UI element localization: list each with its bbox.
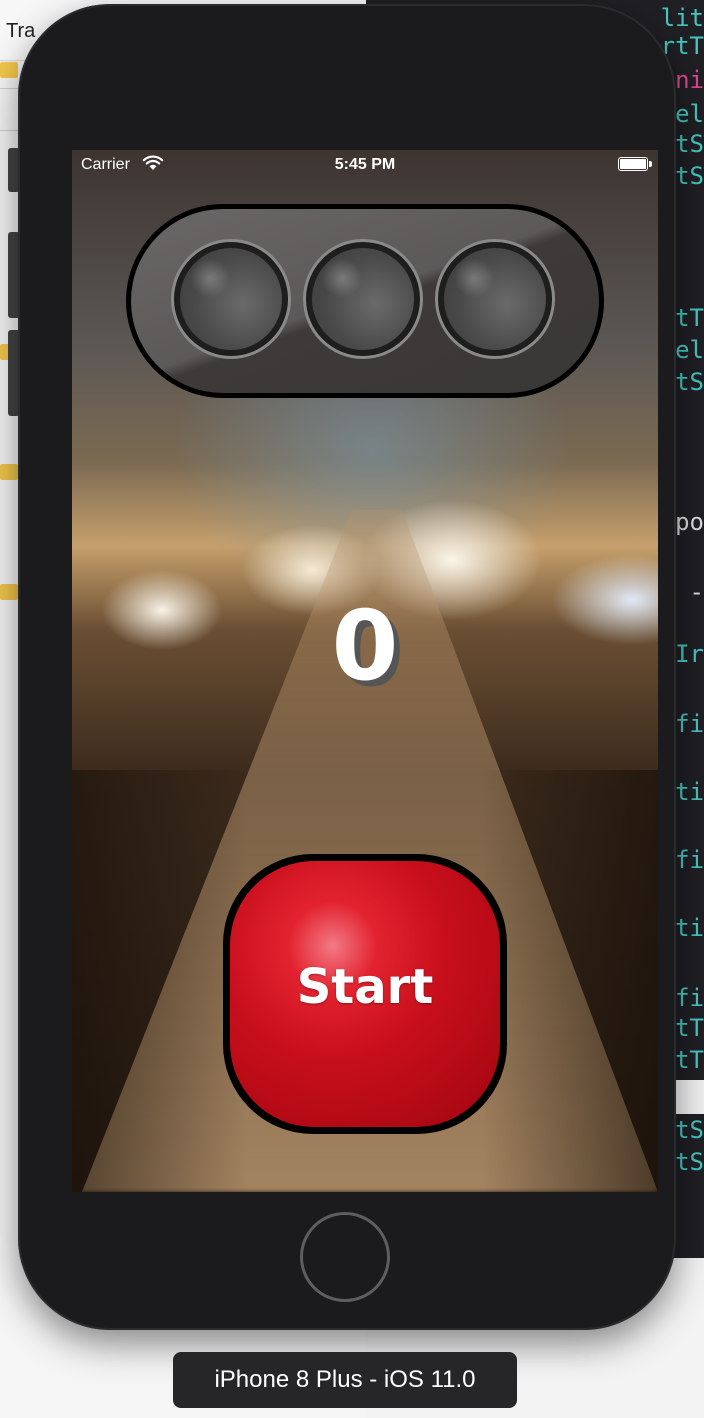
start-button-label[interactable]: Start	[223, 959, 507, 1015]
battery-nub	[649, 161, 652, 167]
code-fragment: lit	[660, 4, 704, 32]
status-bar: Carrier 5:45 PM	[72, 150, 658, 180]
home-button[interactable]	[300, 1212, 390, 1302]
navigator-label: Tra	[6, 20, 36, 42]
traffic-light	[126, 204, 604, 398]
lamp-gloss	[322, 258, 362, 298]
battery-fill	[620, 159, 646, 169]
traffic-lamp-3	[435, 239, 555, 359]
app-screen: Carrier 5:45 PM 0 Start	[72, 150, 658, 1192]
traffic-lamp-1	[171, 239, 291, 359]
iphone-device: Carrier 5:45 PM 0 Start	[18, 4, 676, 1330]
folder-icon[interactable]	[0, 464, 18, 480]
code-fragment: -	[689, 578, 704, 606]
reaction-counter: 0	[331, 590, 399, 702]
start-button[interactable]: Start	[223, 854, 507, 1134]
folder-icon[interactable]	[0, 584, 18, 600]
battery-icon	[618, 157, 652, 171]
lamp-gloss	[190, 258, 230, 298]
status-time: 5:45 PM	[334, 156, 396, 173]
code-fragment: ni	[675, 66, 704, 94]
code-line-highlight	[676, 1080, 704, 1114]
folder-icon[interactable]	[0, 62, 18, 78]
traffic-lamp-2	[303, 239, 423, 359]
code-fragment: ti	[675, 778, 704, 806]
simulator-device-label: iPhone 8 Plus - iOS 11.0	[173, 1352, 517, 1408]
lamp-gloss	[454, 258, 494, 298]
traffic-light-housing	[131, 209, 599, 393]
code-fragment: ti	[675, 914, 704, 942]
